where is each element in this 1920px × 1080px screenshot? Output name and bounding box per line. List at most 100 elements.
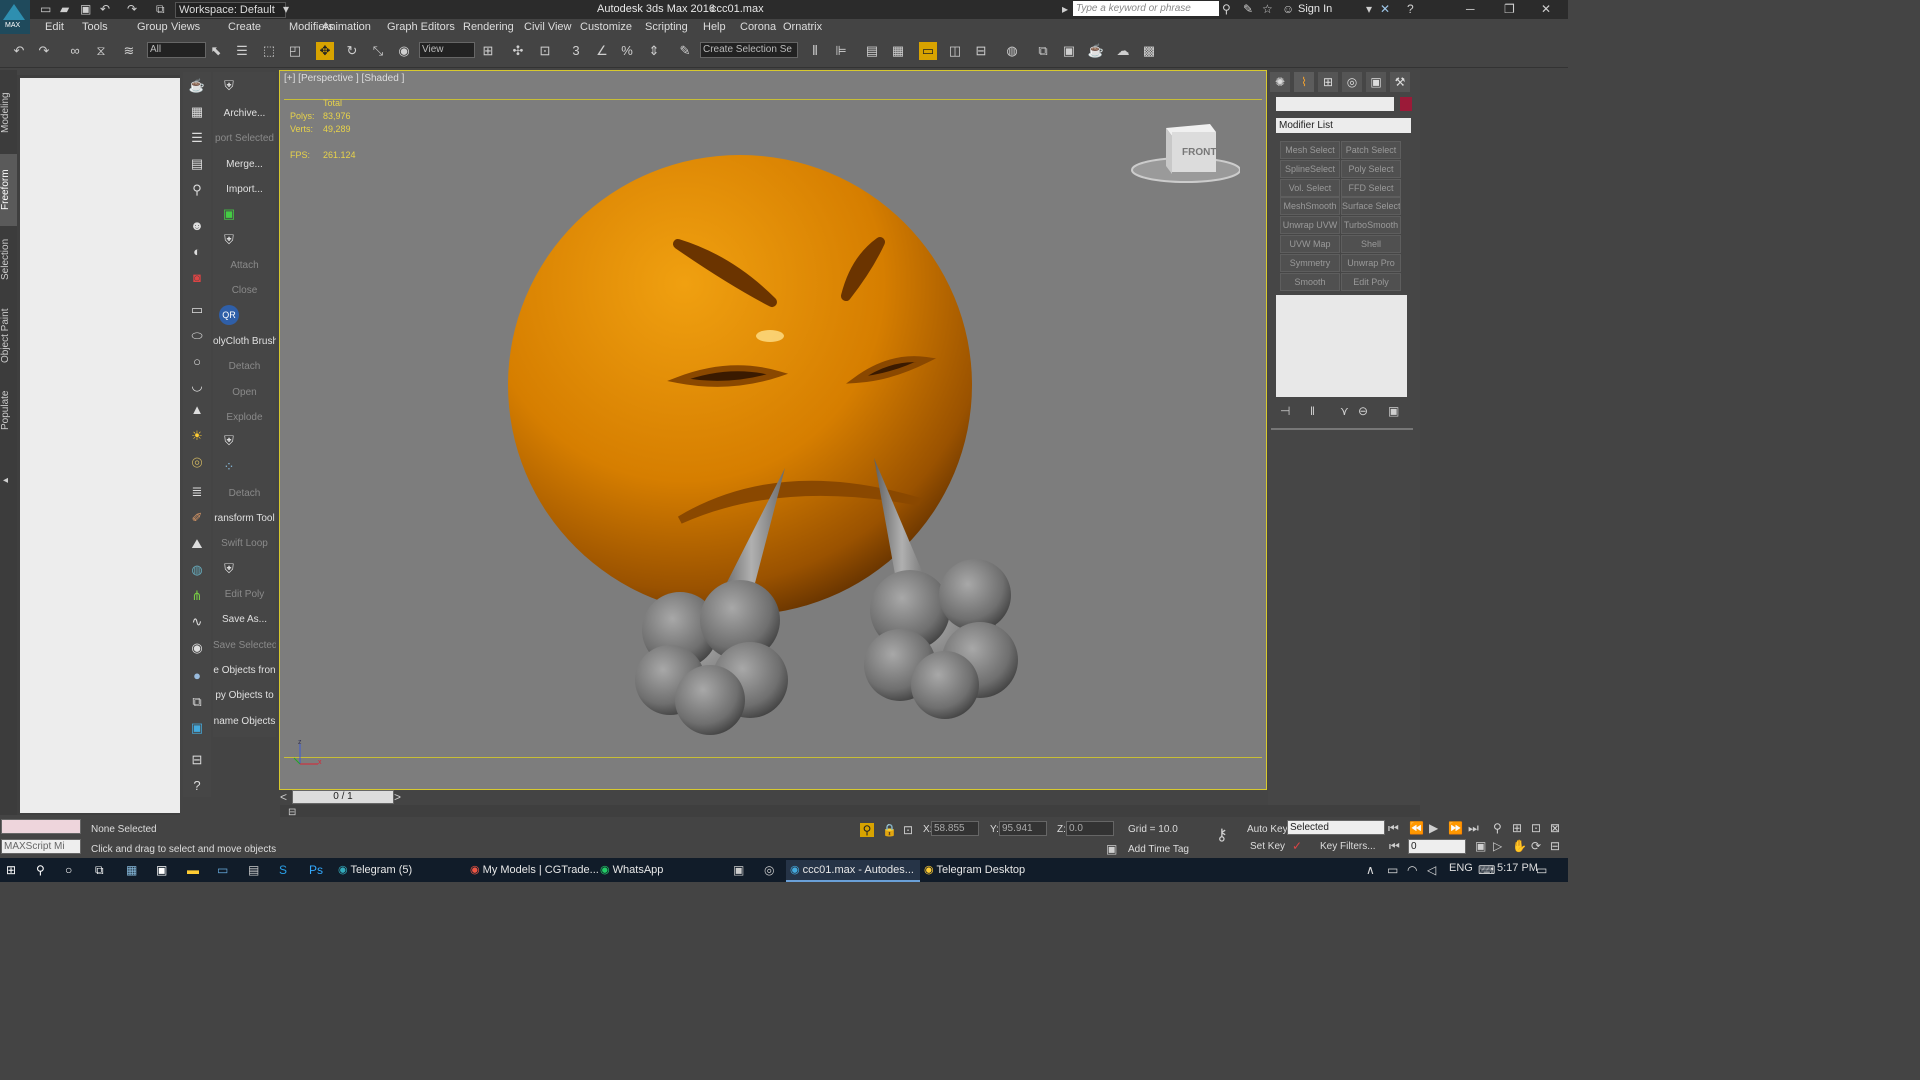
oval-icon[interactable]: ⬭ — [187, 326, 207, 346]
wifi-icon[interactable]: ◠ — [1407, 863, 1417, 877]
track-bar[interactable] — [280, 805, 1420, 817]
binoculars-icon[interactable]: ⚲ — [1222, 2, 1231, 16]
texture-icon[interactable]: ◉ — [187, 638, 207, 658]
minimize-icon[interactable]: ─ — [1466, 2, 1475, 16]
tab-populate[interactable]: Populate — [0, 385, 17, 435]
workspace-dropdown[interactable]: Workspace: Default — [175, 2, 286, 18]
task-view-icon[interactable]: ⧉ — [95, 863, 104, 877]
photoshop-icon[interactable]: Ps — [309, 863, 323, 877]
search-expand-icon[interactable]: ▸ — [1062, 2, 1068, 16]
brush-icon[interactable]: ✐ — [187, 508, 207, 528]
toggle-ribbon-icon[interactable]: ▦ — [889, 42, 907, 60]
notifications-icon[interactable]: ▭ — [1536, 863, 1547, 877]
window-crossing-icon[interactable]: ◰ — [286, 42, 304, 60]
menu-create[interactable]: Create — [228, 21, 261, 33]
tool-label[interactable]: port Selected — [213, 133, 276, 144]
tool-label[interactable]: Detach — [213, 488, 276, 499]
taskbar-item[interactable]: ◉ My Models | CGTrade... — [466, 860, 599, 880]
tool-label[interactable]: Swift Loop — [213, 538, 276, 549]
modifier-button-smooth[interactable]: Smooth — [1280, 272, 1340, 291]
tool-label[interactable]: Open — [213, 387, 276, 398]
menu-edit[interactable]: Edit — [45, 21, 64, 33]
current-frame-field[interactable]: 0 — [1408, 839, 1466, 854]
graphite-tools-icon[interactable]: ▭ — [919, 42, 937, 60]
workspace-menu-icon[interactable]: ▾ — [283, 2, 289, 16]
viewport-label[interactable]: [+] [Perspective ] [Shaded ] — [284, 73, 404, 84]
communication-icon[interactable]: ✎ — [1243, 2, 1253, 16]
taskbar-item[interactable]: ◉ Telegram Desktop — [920, 860, 1050, 880]
frame-indicator[interactable]: 0 / 1 — [292, 790, 394, 804]
tool-label[interactable]: Save As... — [213, 614, 276, 625]
motion-tab-icon[interactable]: ◎ — [1342, 72, 1362, 92]
key-icon[interactable]: ✓ — [1292, 839, 1302, 853]
lamp-icon[interactable]: ⚲ — [187, 180, 207, 200]
tool-label[interactable]: Close — [213, 285, 276, 296]
lock-icon[interactable]: 🔒 — [882, 823, 897, 837]
active-shade-icon[interactable]: ▩ — [1140, 42, 1158, 60]
utilities-tab-icon[interactable]: ⚒ — [1390, 72, 1410, 92]
spinner-snap-icon[interactable]: ⇕ — [645, 42, 663, 60]
curve-editor-icon[interactable]: ◫ — [946, 42, 964, 60]
network-icon[interactable]: ▭ — [1387, 863, 1398, 877]
remove-modifier-icon[interactable]: ⊖ — [1358, 404, 1368, 418]
z-coordinate-field[interactable]: 0.0 — [1066, 821, 1114, 836]
tab-selection[interactable]: Selection — [0, 234, 17, 284]
tool-label[interactable]: Import... — [213, 184, 276, 195]
open-file-icon[interactable]: ▰ — [60, 2, 69, 16]
render-iterative-icon[interactable]: ☁ — [1114, 42, 1132, 60]
y-coordinate-field[interactable]: 95.941 — [999, 821, 1047, 836]
list-icon[interactable]: ☰ — [187, 128, 207, 148]
taskbar-item[interactable]: ◉ WhatsApp — [596, 860, 730, 880]
table-icon[interactable]: ▤ — [187, 154, 207, 174]
menu-help[interactable]: Help — [703, 21, 726, 33]
tool-label[interactable]: Explode — [213, 412, 276, 423]
cone-icon[interactable]: ▲ — [187, 400, 207, 420]
configure-sets-icon[interactable]: ▣ — [1388, 404, 1399, 418]
sphere-icon[interactable]: ○ — [187, 352, 207, 372]
windows-start-icon[interactable]: ⊞ — [6, 863, 16, 877]
box-icon[interactable]: ▭ — [187, 300, 207, 320]
user-icon[interactable]: ☺ — [1282, 2, 1294, 16]
modifier-button-meshsmooth[interactable]: MeshSmooth — [1280, 197, 1340, 216]
prev-frame-arrow-icon[interactable]: < — [280, 790, 287, 804]
tool-label[interactable]: Save Selected — [213, 640, 276, 651]
close-icon[interactable]: ✕ — [1541, 2, 1551, 16]
modifier-button-unwrap-pro[interactable]: Unwrap Pro — [1341, 253, 1401, 272]
previous-frame-icon[interactable]: ⏪ — [1409, 821, 1424, 835]
keyboard-shortcut-override-icon[interactable]: ⊡ — [536, 42, 554, 60]
menu-ornatrix[interactable]: Ornatrix — [783, 21, 822, 33]
next-frame-arrow-icon[interactable]: > — [394, 790, 401, 804]
skype-icon[interactable]: S — [279, 863, 287, 877]
redo-icon[interactable]: ↷ — [35, 42, 53, 60]
settings-icon[interactable]: ⊟ — [187, 750, 207, 770]
file-explorer-icon[interactable]: ▬ — [187, 863, 199, 877]
pan-icon[interactable]: ✋ — [1512, 839, 1527, 853]
redo-icon[interactable]: ↷ — [127, 2, 137, 16]
modifier-button-edit-poly[interactable]: Edit Poly — [1341, 272, 1401, 291]
project-icon[interactable]: ⧉ — [156, 2, 165, 16]
key-mode-toggle-icon[interactable]: ⏮ — [1389, 839, 1400, 853]
unlink-icon[interactable]: ⧖ — [92, 42, 110, 60]
menu-customize[interactable]: Customize — [580, 21, 632, 33]
display-tab-icon[interactable]: ▣ — [1366, 72, 1386, 92]
ribbon-expand-icon[interactable]: ◂ — [3, 474, 8, 488]
sign-in-dropdown-icon[interactable]: ▾ — [1366, 2, 1372, 16]
undo-icon[interactable]: ↶ — [10, 42, 28, 60]
align-icon[interactable]: ⊫ — [832, 42, 850, 60]
go-to-end-icon[interactable]: ⏭ — [1468, 821, 1479, 835]
key-filters-button[interactable]: Key Filters... — [1320, 841, 1376, 852]
person-icon[interactable]: ☻ — [187, 216, 207, 236]
time-slider[interactable] — [279, 790, 1265, 804]
isolate-selection-icon[interactable]: ⚲ — [860, 823, 874, 837]
favorites-star-icon[interactable]: ☆ — [1262, 2, 1273, 16]
tool-label[interactable]: Attach — [213, 260, 276, 271]
rename-icon[interactable]: ▣ — [187, 718, 207, 738]
tray-overflow-icon[interactable]: ∧ — [1366, 863, 1375, 877]
tab-object-paint[interactable]: Object Paint — [0, 300, 17, 372]
next-frame-icon[interactable]: ⏩ — [1448, 821, 1463, 835]
clock[interactable]: 5:17 PM — [1497, 862, 1538, 874]
modifier-button-poly-select[interactable]: Poly Select — [1341, 159, 1401, 178]
qr-icon[interactable]: QR — [219, 305, 239, 325]
pc-icon[interactable]: ▭ — [217, 863, 228, 877]
menu-group[interactable]: Group — [137, 21, 168, 33]
